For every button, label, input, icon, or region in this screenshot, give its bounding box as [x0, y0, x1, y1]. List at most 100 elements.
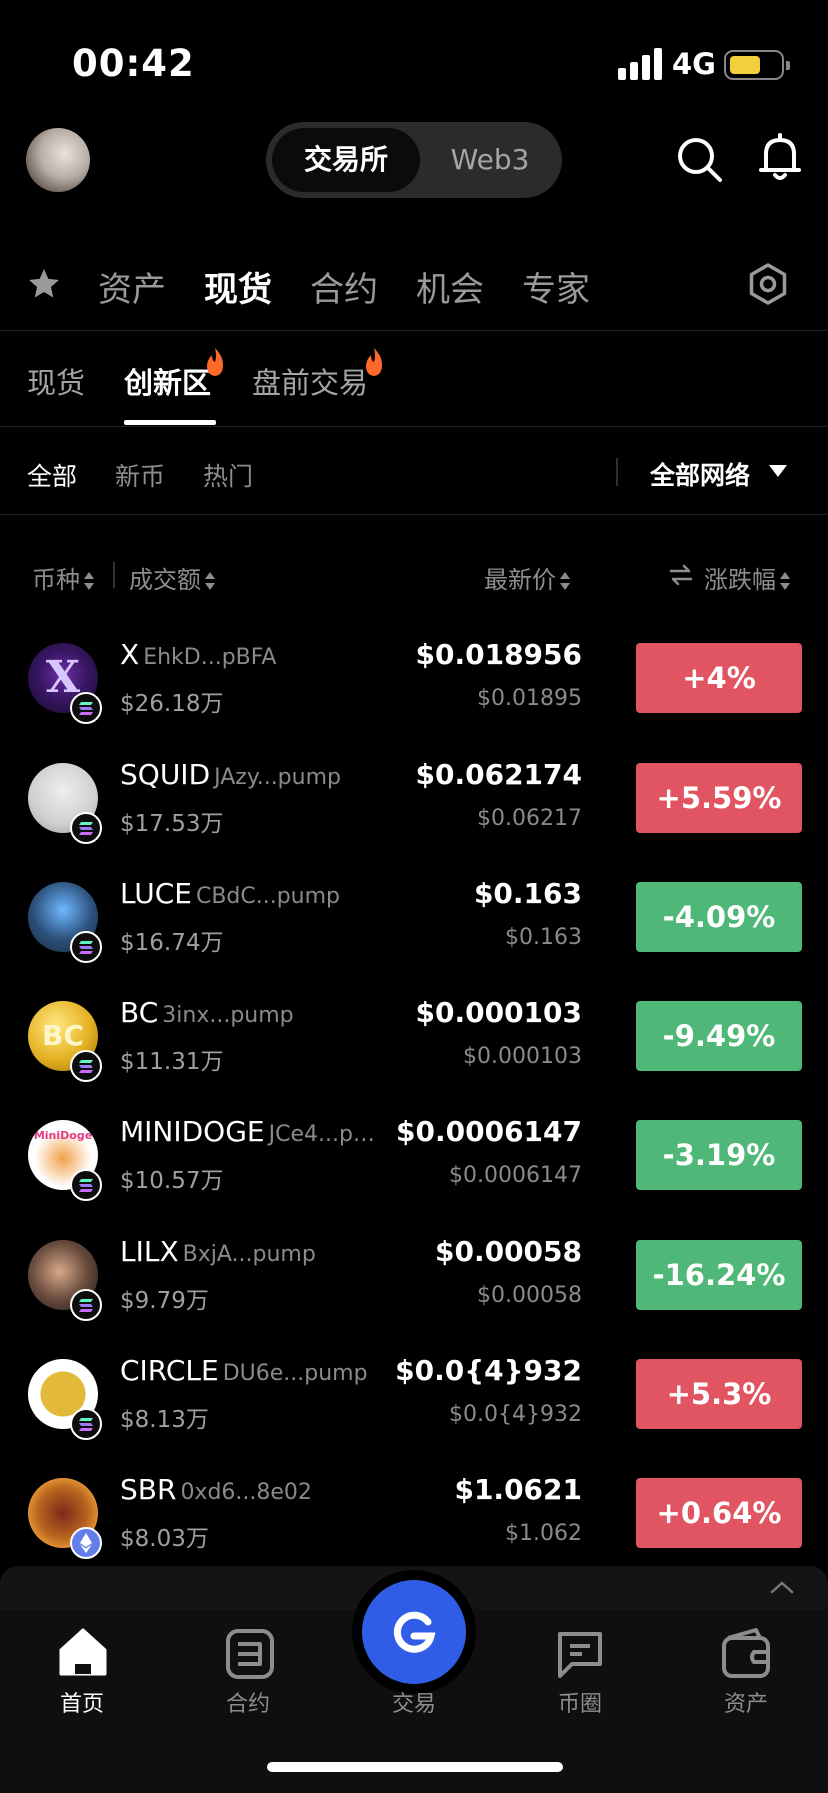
- ethereum-chain-icon: [70, 1527, 102, 1559]
- contract-icon[interactable]: [222, 1626, 278, 1682]
- coin-volume: $11.31万: [120, 1049, 224, 1075]
- change-badge[interactable]: -16.24%: [636, 1240, 802, 1310]
- coin-ticker: MINIDOGE: [120, 1115, 265, 1148]
- table-row[interactable]: LILX BxjA...pump $9.79万 $0.00058 $0.00058 -16…: [0, 1219, 828, 1338]
- coin-ticker: LILX: [120, 1235, 179, 1268]
- coin-volume: $9.79万: [120, 1288, 209, 1314]
- network-label: 4G: [672, 47, 716, 81]
- filter-hot[interactable]: 热门: [203, 457, 253, 493]
- tab-assets[interactable]: 资产: [98, 262, 166, 311]
- swap-icon[interactable]: [668, 564, 694, 586]
- coin-ticker: SQUID: [120, 758, 211, 791]
- table-row[interactable]: SQUID JAzy...pump $17.53万 $0.062174 $0.06217…: [0, 742, 828, 861]
- change-badge[interactable]: -4.09%: [636, 882, 802, 952]
- status-time: 00:42: [72, 42, 195, 85]
- chevron-up-icon[interactable]: [770, 1580, 794, 1594]
- filter-all[interactable]: 全部: [27, 457, 77, 493]
- coin-price: $0.062174: [415, 758, 583, 791]
- nav-trade[interactable]: 交易: [354, 1686, 474, 1718]
- caret-down-icon[interactable]: [768, 464, 788, 478]
- change-badge[interactable]: +4%: [636, 643, 802, 713]
- coin-price-usd: $0.0006147: [449, 1163, 582, 1188]
- star-icon[interactable]: [26, 266, 62, 302]
- search-icon[interactable]: [674, 134, 726, 186]
- solana-chain-icon: [70, 1169, 102, 1201]
- coin-address: CBdC...pump: [195, 884, 341, 909]
- filter-separator: [616, 458, 618, 486]
- coin-price-usd: $0.00058: [477, 1283, 582, 1308]
- solana-chain-icon: [70, 931, 102, 963]
- col-price[interactable]: 最新价: [484, 560, 570, 595]
- coin-address: JCe4...p…: [268, 1122, 375, 1147]
- home-icon[interactable]: [55, 1624, 111, 1680]
- solana-chain-icon: [70, 812, 102, 844]
- sort-icon: [560, 572, 570, 590]
- col-volume-label: 成交额: [129, 566, 201, 594]
- avatar[interactable]: [26, 128, 90, 192]
- coin-ticker: X: [120, 638, 140, 671]
- settings-icon[interactable]: [746, 262, 790, 306]
- network-filter[interactable]: 全部网络: [650, 456, 750, 492]
- table-row[interactable]: X X EhkD...pBFA $26.18万 $0.018956 $0.01895 +4%: [0, 622, 828, 741]
- flame-icon: [366, 348, 382, 376]
- change-badge[interactable]: -3.19%: [636, 1120, 802, 1190]
- subtab-innovation[interactable]: 创新区: [124, 360, 211, 402]
- tab-opportunities[interactable]: 机会: [416, 262, 484, 311]
- coin-symbol: BC 3inx...pump: [120, 996, 294, 1029]
- bell-icon[interactable]: [754, 132, 806, 184]
- subtab-premarket[interactable]: 盘前交易: [252, 360, 368, 402]
- coin-volume: $10.57万: [120, 1168, 224, 1194]
- subtab-indicator: [124, 420, 216, 425]
- col-separator: [113, 562, 115, 588]
- col-volume[interactable]: 成交额: [129, 560, 215, 595]
- coin-ticker: SBR: [120, 1473, 177, 1506]
- wallet-icon[interactable]: [718, 1626, 774, 1682]
- col-change[interactable]: 涨跌幅: [704, 560, 790, 595]
- tab-spot[interactable]: 现货: [204, 262, 272, 311]
- coin-volume: $8.13万: [120, 1407, 209, 1433]
- filter-new[interactable]: 新币: [115, 457, 165, 493]
- coin-symbol: CIRCLE DU6e...pump: [120, 1354, 368, 1387]
- divider: [0, 514, 828, 515]
- network-filter-label: 全部网络: [650, 461, 751, 490]
- table-row[interactable]: CIRCLE DU6e...pump $8.13万 $0.0{4}932 $0.0{4}…: [0, 1338, 828, 1457]
- col-coin[interactable]: 币种: [32, 560, 94, 595]
- change-badge[interactable]: +5.3%: [636, 1359, 802, 1429]
- tab-contracts[interactable]: 合约: [310, 262, 378, 311]
- coin-price: $1.0621: [454, 1473, 582, 1506]
- nav-home[interactable]: 首页: [22, 1686, 142, 1718]
- subtab-spot[interactable]: 现货: [27, 360, 85, 402]
- nav-community[interactable]: 币圈: [520, 1686, 640, 1718]
- col-change-label: 涨跌幅: [704, 566, 776, 594]
- coin-price-usd: $0.01895: [477, 686, 582, 711]
- coin-price: $0.0{4}932: [395, 1354, 582, 1387]
- change-badge[interactable]: +0.64%: [636, 1478, 802, 1548]
- tab-experts[interactable]: 专家: [522, 262, 590, 311]
- coin-volume: $17.53万: [120, 811, 224, 837]
- change-badge[interactable]: -9.49%: [636, 1001, 802, 1071]
- coin-symbol: SQUID JAzy...pump: [120, 758, 341, 791]
- coin-address: 0xd6...8e02: [180, 1480, 312, 1505]
- chat-icon[interactable]: [552, 1626, 608, 1682]
- coin-ticker: BC: [120, 996, 159, 1029]
- coin-price: $0.00058: [434, 1235, 582, 1268]
- coin-address: EhkD...pBFA: [143, 645, 277, 670]
- coin-price-usd: $0.000103: [463, 1044, 582, 1069]
- coin-symbol: X EhkD...pBFA: [120, 638, 276, 671]
- flame-icon: [207, 348, 223, 376]
- nav-contracts[interactable]: 合约: [188, 1686, 308, 1718]
- coin-price: $0.163: [473, 877, 582, 910]
- segment-web3[interactable]: Web3: [422, 128, 558, 192]
- table-row[interactable]: MiniDoge MINIDOGE JCe4...p… $10.57万 $0.00061…: [0, 1099, 828, 1218]
- segment-exchange[interactable]: 交易所: [272, 128, 420, 192]
- sort-icon: [205, 572, 215, 590]
- sort-icon: [780, 572, 790, 590]
- exchange-web3-toggle[interactable]: 交易所 Web3: [266, 122, 562, 198]
- table-row[interactable]: BC BC 3inx...pump $11.31万 $0.000103 $0.000103…: [0, 980, 828, 1099]
- coin-ticker: LUCE: [120, 877, 192, 910]
- table-row[interactable]: SBR 0xd6...8e02 $8.03万 $1.0621 $1.062 +0.64%: [0, 1457, 828, 1576]
- solana-chain-icon: [70, 692, 102, 724]
- nav-assets[interactable]: 资产: [686, 1686, 806, 1718]
- change-badge[interactable]: +5.59%: [636, 763, 802, 833]
- table-row[interactable]: LUCE CBdC...pump $16.74万 $0.163 $0.163 -4.09%: [0, 861, 828, 980]
